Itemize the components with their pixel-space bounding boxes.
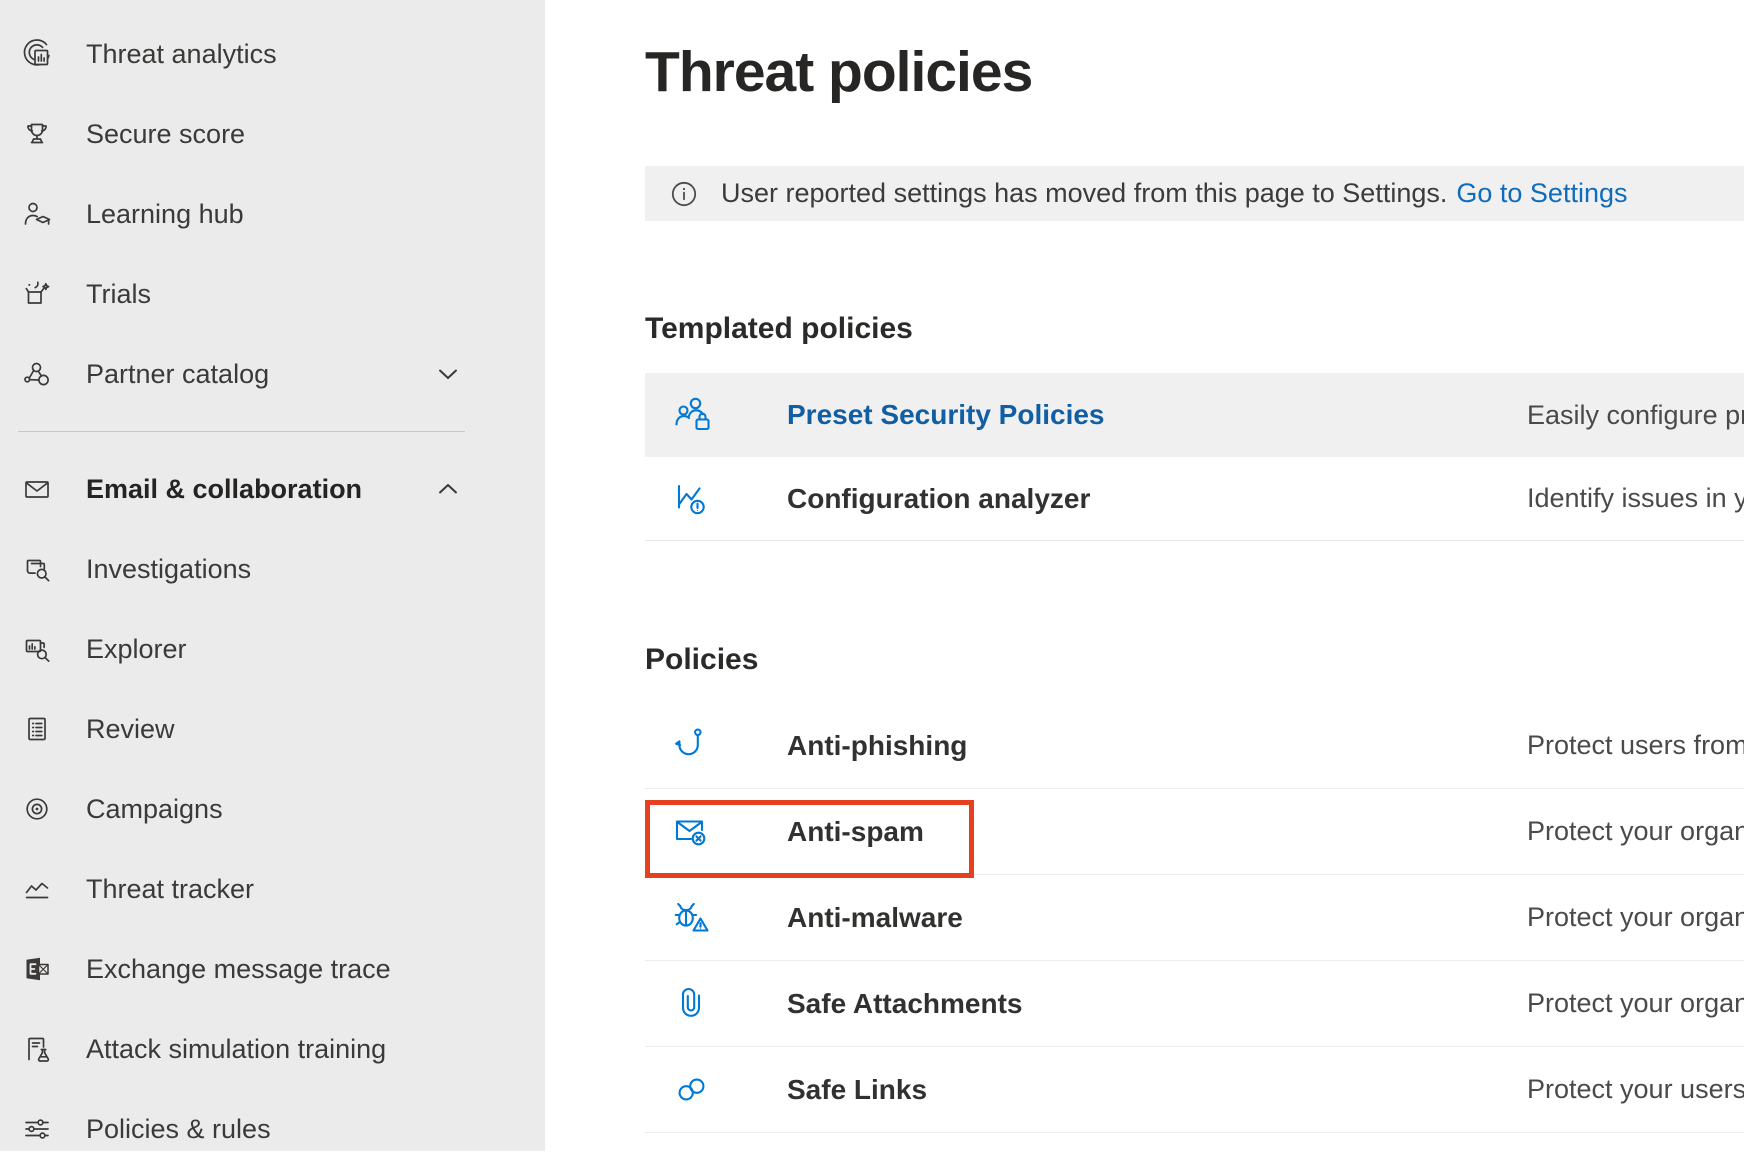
sidebar: Threat analytics Secure score Learning h…	[0, 0, 545, 1151]
preset-security-policies-icon	[645, 393, 787, 437]
info-icon	[670, 180, 698, 208]
policy-row-safe-links[interactable]: Safe Links Protect your users fr	[645, 1047, 1744, 1133]
paperclip-icon	[645, 982, 787, 1026]
row-label[interactable]: Safe Links	[787, 1074, 1527, 1106]
policy-row-anti-spam[interactable]: Anti-spam Protect your organiz	[645, 789, 1744, 875]
sidebar-item-threat-analytics[interactable]: Threat analytics	[0, 14, 545, 94]
sidebar-item-label: Secure score	[86, 119, 245, 150]
sidebar-item-label: Policies & rules	[86, 1114, 271, 1145]
sidebar-item-review[interactable]: Review	[0, 689, 545, 769]
sidebar-item-email-collaboration[interactable]: Email & collaboration	[0, 449, 545, 529]
sidebar-item-policies-rules[interactable]: Policies & rules	[0, 1089, 545, 1169]
row-label[interactable]: Anti-phishing	[787, 730, 1527, 762]
molecule-icon	[21, 358, 53, 390]
sidebar-item-partner-catalog[interactable]: Partner catalog	[0, 334, 545, 414]
sidebar-item-attack-simulation-training[interactable]: Attack simulation training	[0, 1009, 545, 1089]
documents-magnifier-icon	[21, 553, 53, 585]
sidebar-divider	[18, 431, 465, 432]
sidebar-item-label: Review	[86, 714, 175, 745]
main-content: Threat policies User reported settings h…	[545, 0, 1744, 1151]
line-chart-icon	[21, 873, 53, 905]
configuration-analyzer-icon	[645, 477, 787, 521]
sidebar-item-label: Campaigns	[86, 794, 223, 825]
sidebar-item-exchange-message-trace[interactable]: Exchange message trace	[0, 929, 545, 1009]
sliders-icon	[21, 1113, 53, 1145]
policy-row-anti-phishing[interactable]: Anti-phishing Protect users from p	[645, 703, 1744, 789]
sidebar-item-campaigns[interactable]: Campaigns	[0, 769, 545, 849]
sidebar-item-label: Exchange message trace	[86, 954, 391, 985]
info-banner: User reported settings has moved from th…	[645, 166, 1744, 221]
sidebar-item-learning-hub[interactable]: Learning hub	[0, 174, 545, 254]
row-description: Protect your organiz	[1527, 902, 1744, 933]
sidebar-item-label: Threat analytics	[86, 39, 277, 70]
list-document-icon	[21, 713, 53, 745]
page-title: Threat policies	[645, 38, 1744, 106]
sidebar-item-threat-tracker[interactable]: Threat tracker	[0, 849, 545, 929]
sidebar-item-label: Partner catalog	[86, 359, 269, 390]
row-description: Identify issues in you	[1527, 483, 1744, 514]
templated-policies-list: Preset Security Policies Easily configur…	[645, 373, 1744, 541]
sidebar-item-label: Threat tracker	[86, 874, 254, 905]
sidebar-item-investigations[interactable]: Investigations	[0, 529, 545, 609]
sidebar-item-label: Email & collaboration	[86, 474, 362, 505]
chain-links-icon	[645, 1068, 787, 1112]
envelope-icon	[21, 473, 53, 505]
gift-sparkles-icon	[21, 278, 53, 310]
trophy-icon	[21, 118, 53, 150]
chevron-down-icon[interactable]	[435, 361, 461, 387]
chevron-up-icon[interactable]	[435, 476, 461, 502]
bug-warning-icon	[645, 896, 787, 940]
graduate-person-icon	[21, 198, 53, 230]
sidebar-item-trials[interactable]: Trials	[0, 254, 545, 334]
fish-hook-icon	[645, 724, 787, 768]
policy-row-safe-attachments[interactable]: Safe Attachments Protect your organiz	[645, 961, 1744, 1047]
row-preset-security-policies[interactable]: Preset Security Policies Easily configur…	[645, 373, 1744, 457]
sidebar-item-label: Trials	[86, 279, 151, 310]
chart-documents-magnifier-icon	[21, 633, 53, 665]
policy-row-anti-malware[interactable]: Anti-malware Protect your organiz	[645, 875, 1744, 961]
row-configuration-analyzer[interactable]: Configuration analyzer Identify issues i…	[645, 457, 1744, 541]
sidebar-item-label: Learning hub	[86, 199, 244, 230]
row-label[interactable]: Safe Attachments	[787, 988, 1527, 1020]
row-description: Protect your users fr	[1527, 1074, 1744, 1105]
threat-analytics-icon	[21, 38, 53, 70]
sidebar-item-explorer[interactable]: Explorer	[0, 609, 545, 689]
exchange-logo-icon	[21, 953, 53, 985]
row-description: Protect your organiz	[1527, 988, 1744, 1019]
banner-text: User reported settings has moved from th…	[721, 178, 1447, 209]
row-description: Easily configure prot	[1527, 400, 1744, 431]
sidebar-item-label: Investigations	[86, 554, 251, 585]
go-to-settings-link[interactable]: Go to Settings	[1456, 178, 1627, 209]
row-label[interactable]: Configuration analyzer	[787, 483, 1527, 515]
sidebar-item-label: Explorer	[86, 634, 187, 665]
row-label[interactable]: Preset Security Policies	[787, 399, 1527, 431]
row-description: Protect your organiz	[1527, 816, 1744, 847]
sidebar-item-secure-score[interactable]: Secure score	[0, 94, 545, 174]
row-description: Protect users from p	[1527, 730, 1744, 761]
row-label[interactable]: Anti-malware	[787, 902, 1527, 934]
policies-heading: Policies	[645, 641, 1744, 678]
envelope-block-icon	[645, 810, 787, 854]
target-icon	[21, 793, 53, 825]
policies-list: Anti-phishing Protect users from p Anti-…	[645, 703, 1744, 1133]
sidebar-item-label: Attack simulation training	[86, 1034, 386, 1065]
document-flask-icon	[21, 1033, 53, 1065]
templated-policies-heading: Templated policies	[645, 310, 1744, 347]
row-label[interactable]: Anti-spam	[787, 816, 1527, 848]
